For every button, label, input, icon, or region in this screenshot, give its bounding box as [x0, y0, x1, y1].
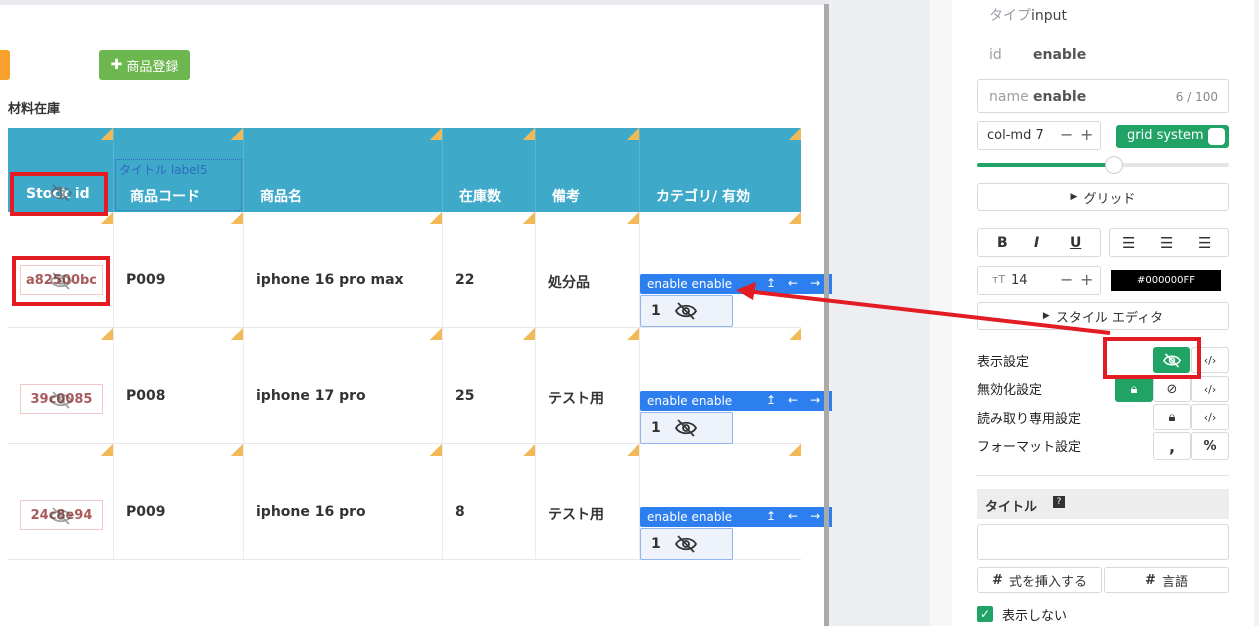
annotation-arrow: [736, 282, 1111, 335]
